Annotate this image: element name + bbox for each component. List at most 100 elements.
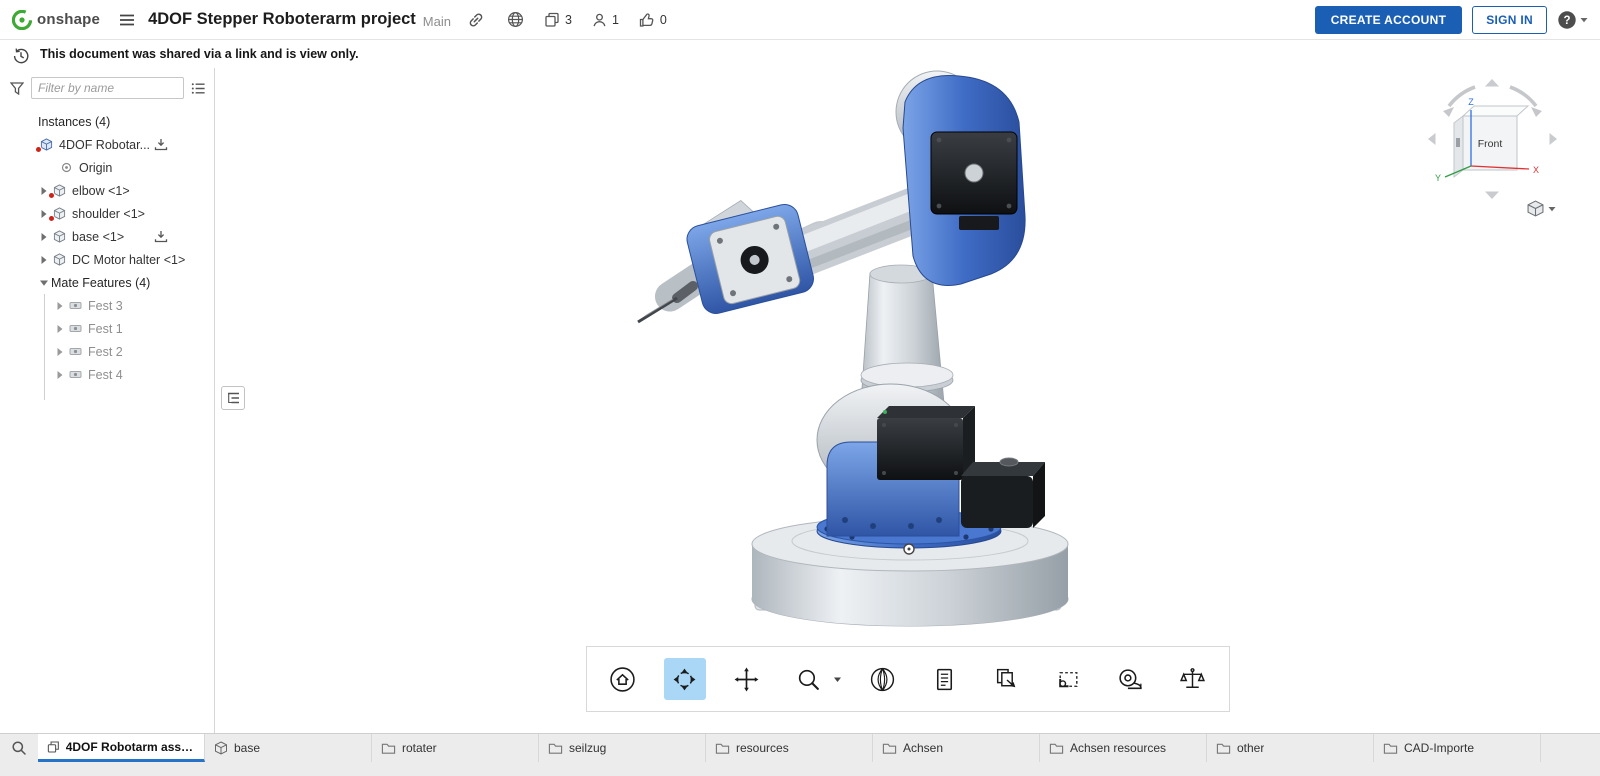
update-linked-document-icon[interactable]	[154, 230, 168, 243]
sign-in-button[interactable]: SIGN IN	[1472, 6, 1547, 34]
expand-caret-icon[interactable]	[52, 370, 67, 380]
tab-cad-importe[interactable]: CAD-Importe	[1374, 734, 1541, 762]
update-linked-document-icon[interactable]	[154, 138, 168, 151]
filter-by-name-input[interactable]	[31, 77, 184, 99]
folder-icon	[381, 742, 396, 755]
help-button[interactable]: ?	[1557, 10, 1588, 30]
left-face-glyph	[1456, 138, 1460, 147]
chevron-down-icon	[1548, 206, 1556, 212]
expand-caret-icon[interactable]	[52, 301, 67, 311]
panel-structure-toggle[interactable]	[221, 386, 245, 410]
list-options-icon[interactable]	[191, 82, 206, 95]
thumbs-up-icon	[639, 12, 655, 28]
filter-funnel-icon[interactable]	[10, 82, 24, 95]
display-mode-button[interactable]	[1527, 200, 1556, 217]
balance-scale-icon[interactable]	[1172, 658, 1214, 700]
roll-cw-arrow-icon	[1510, 87, 1536, 106]
tree-item-label: Fest 2	[88, 345, 123, 359]
pan-icon[interactable]	[726, 658, 768, 700]
tree-item-label: Origin	[79, 161, 112, 175]
robot-wrist	[652, 188, 817, 324]
tab-search-icon[interactable]	[0, 734, 38, 762]
orbit-icon[interactable]	[664, 658, 706, 700]
tree-item-label: elbow <1>	[72, 184, 130, 198]
view-only-banner: This document was shared via a link and …	[0, 40, 1600, 68]
rotate-left-arrow-icon	[1428, 133, 1436, 145]
tab-achsen[interactable]: Achsen	[873, 734, 1040, 762]
dashed-frame-icon[interactable]	[1048, 658, 1090, 700]
assembly-tab-icon	[47, 740, 60, 754]
onshape-logo[interactable]: onshape	[12, 10, 100, 30]
likes-stat[interactable]: 0	[639, 12, 667, 28]
part-icon	[51, 230, 67, 243]
tab-base[interactable]: base	[205, 734, 372, 762]
zoom-options-caret-icon[interactable]	[833, 676, 842, 683]
tree-item-mate[interactable]: Fest 4	[0, 363, 214, 386]
history-icon[interactable]	[8, 43, 34, 69]
assembly-icon	[38, 138, 54, 151]
tree-item-root-assembly[interactable]: 4DOF Robotar...	[0, 133, 214, 156]
copy-icon	[544, 12, 560, 28]
out-of-date-badge	[48, 215, 55, 222]
likes-count: 0	[660, 13, 667, 27]
model-viewport[interactable]: Front Z X Y	[215, 68, 1600, 733]
zoom-icon[interactable]	[788, 658, 830, 700]
rotate-up-arrow-icon	[1485, 79, 1499, 87]
share-link-icon[interactable]	[463, 7, 489, 33]
tree-item-label: Fest 4	[88, 368, 123, 382]
tab-rotater[interactable]: rotater	[372, 734, 539, 762]
section-sphere-icon[interactable]	[862, 658, 904, 700]
tree-item-mate[interactable]: Fest 2	[0, 340, 214, 363]
folder-icon	[1383, 742, 1398, 755]
collapse-caret-icon[interactable]	[36, 279, 51, 287]
tab-resources[interactable]: resources	[706, 734, 873, 762]
copies-stat[interactable]: 3	[544, 12, 572, 28]
public-globe-icon[interactable]	[507, 11, 524, 28]
copies-count: 3	[565, 13, 572, 27]
folder-icon	[1049, 742, 1064, 755]
expand-caret-icon[interactable]	[52, 347, 67, 357]
view-tools-toolbar	[586, 646, 1230, 712]
view-only-message: This document was shared via a link and …	[40, 47, 359, 61]
fastened-mate-icon	[67, 345, 83, 358]
tree-item-dc-motor-halter[interactable]: DC Motor halter <1>	[0, 248, 214, 271]
named-views-icon[interactable]	[924, 658, 966, 700]
onshape-logo-text: onshape	[37, 11, 100, 28]
folder-icon	[882, 742, 897, 755]
tab-achsen-resources[interactable]: Achsen resources	[1040, 734, 1207, 762]
expand-caret-icon[interactable]	[36, 255, 51, 265]
tree-item-label: base <1>	[72, 230, 124, 244]
tape-measure-icon[interactable]	[1110, 658, 1152, 700]
tree-item-mate[interactable]: Fest 1	[0, 317, 214, 340]
rotate-right-arrow-icon	[1550, 133, 1558, 145]
shaded-cube-icon	[1527, 200, 1544, 217]
home-icon[interactable]	[602, 658, 644, 700]
tab-seilzug[interactable]: seilzug	[539, 734, 706, 762]
robot-shoulder	[896, 71, 1025, 285]
folder-icon	[548, 742, 563, 755]
chevron-down-icon	[1580, 17, 1588, 23]
folder-icon	[715, 742, 730, 755]
menu-icon[interactable]	[114, 7, 140, 33]
expand-caret-icon[interactable]	[52, 324, 67, 334]
mate-features-header[interactable]: Mate Features (4)	[0, 271, 214, 294]
svg-text:?: ?	[1563, 15, 1570, 27]
view-cube[interactable]: Front Z X Y	[1425, 78, 1560, 200]
tree-item-shoulder[interactable]: shoulder <1>	[0, 202, 214, 225]
tree-item-elbow[interactable]: elbow <1>	[0, 179, 214, 202]
out-of-date-badge	[35, 146, 42, 153]
tab-assembly[interactable]: 4DOF Robotarm assem...	[38, 734, 205, 762]
create-account-button[interactable]: CREATE ACCOUNT	[1315, 6, 1463, 34]
followers-stat[interactable]: 1	[592, 12, 619, 28]
workspace-label[interactable]: Main	[423, 14, 451, 29]
tree-item-base[interactable]: base <1>	[0, 225, 214, 248]
tree-item-label: Fest 3	[88, 299, 123, 313]
fastened-mate-icon	[67, 368, 83, 381]
sheet-arrow-icon[interactable]	[986, 658, 1028, 700]
part-icon	[51, 253, 67, 266]
tree-item-mate[interactable]: Fest 3	[0, 294, 214, 317]
tree-item-origin[interactable]: Origin	[0, 156, 214, 179]
expand-caret-icon[interactable]	[36, 232, 51, 242]
tree-item-label: shoulder <1>	[72, 207, 145, 221]
tab-other[interactable]: other	[1207, 734, 1374, 762]
